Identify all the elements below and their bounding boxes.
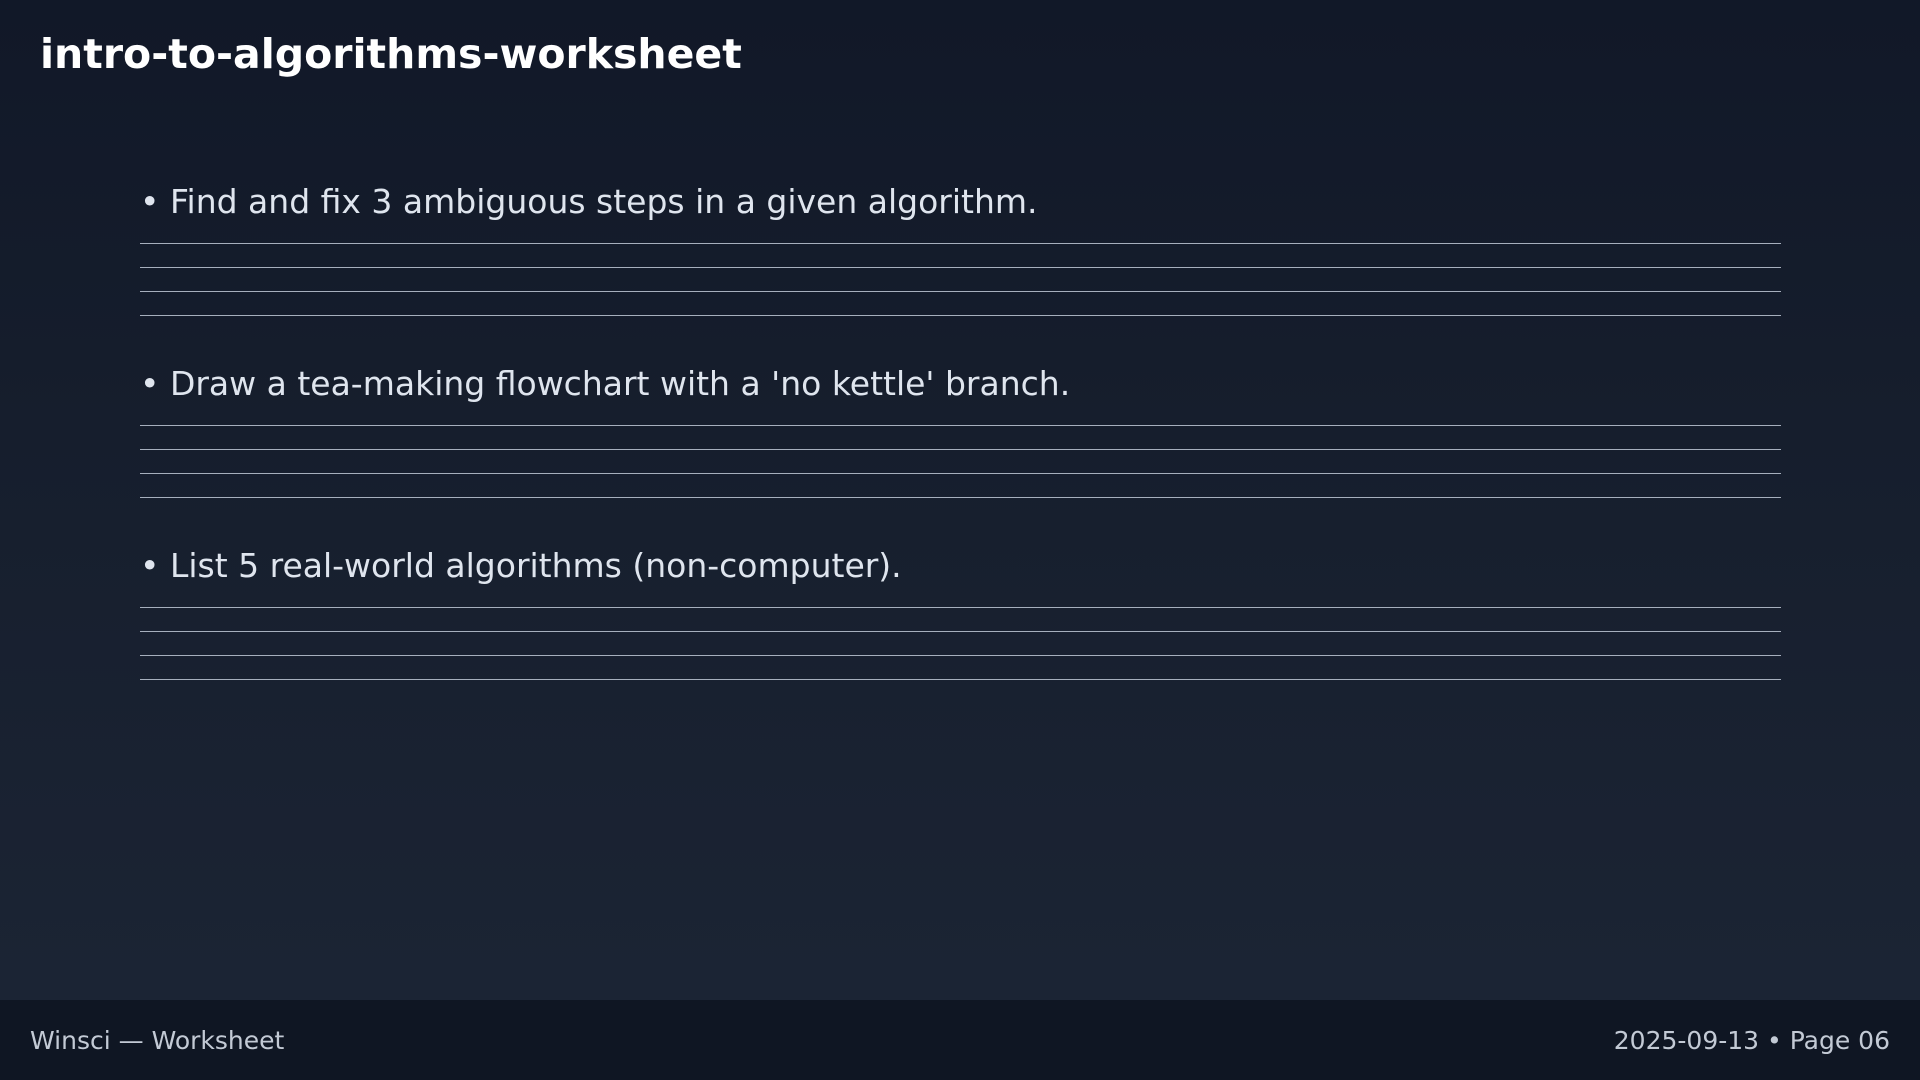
answer-line <box>140 449 1781 473</box>
answer-line <box>140 473 1781 497</box>
answer-line <box>140 291 1781 315</box>
item-prompt: • Find and fix 3 ambiguous steps in a gi… <box>140 182 1038 221</box>
answer-line <box>140 315 1781 339</box>
worksheet-item: • List 5 real-world algorithms (non-comp… <box>140 540 1781 722</box>
answer-line <box>140 243 1781 267</box>
answer-line <box>140 497 1781 521</box>
answer-line <box>140 655 1781 679</box>
answer-line <box>140 267 1781 291</box>
answer-line <box>140 425 1781 449</box>
footer-right-text: 2025-09-13 • Page 06 <box>1613 1025 1890 1055</box>
answer-line <box>140 631 1781 655</box>
footer-bar: Winsci — Worksheet 2025-09-13 • Page 06 <box>0 1000 1920 1080</box>
item-prompt: • Draw a tea-making flowchart with a 'no… <box>140 364 1071 403</box>
worksheet-items: • Find and fix 3 ambiguous steps in a gi… <box>140 176 1781 722</box>
worksheet-item: • Draw a tea-making flowchart with a 'no… <box>140 358 1781 540</box>
footer-left-text: Winsci — Worksheet <box>30 1025 285 1055</box>
page-title: intro-to-algorithms-worksheet <box>40 30 742 78</box>
item-prompt: • List 5 real-world algorithms (non-comp… <box>140 546 902 585</box>
answer-line <box>140 679 1781 703</box>
answer-line <box>140 607 1781 631</box>
worksheet-item: • Find and fix 3 ambiguous steps in a gi… <box>140 176 1781 358</box>
